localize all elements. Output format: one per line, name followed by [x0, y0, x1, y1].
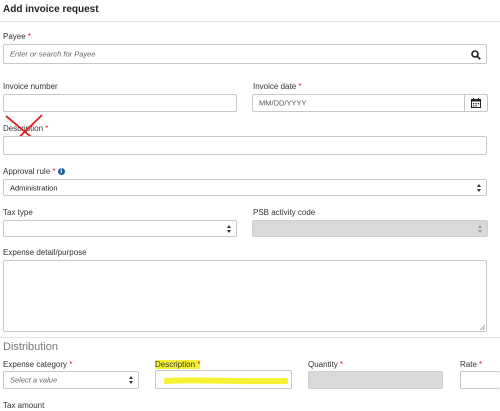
psb-activity-code-label: PSB activity code	[253, 208, 316, 217]
rate-input[interactable]	[460, 371, 500, 389]
expense-category-placeholder: Select a value	[10, 375, 58, 385]
invoice-number-label: Invoice number	[3, 82, 58, 91]
expense-detail-label: Expense detail/purpose	[3, 248, 87, 257]
approval-rule-value: Administration	[10, 183, 58, 192]
tax-type-label: Tax type	[3, 208, 33, 217]
payee-placeholder: Enter or search for Payee	[10, 49, 96, 59]
calendar-button[interactable]	[464, 95, 487, 111]
distribution-heading: Distribution	[3, 341, 59, 353]
sort-arrows-icon	[227, 224, 231, 233]
rate-label: Rate *	[460, 360, 483, 369]
sort-arrows-icon	[478, 224, 482, 233]
expense-category-label: Expense category *	[3, 360, 73, 369]
quantity-input	[308, 371, 443, 389]
distribution-description-label: Description *	[155, 360, 201, 369]
psb-activity-code-select	[252, 220, 488, 237]
invoice-date-input[interactable]: MM/DD/YYYY	[252, 94, 488, 112]
resize-handle-icon[interactable]	[479, 324, 485, 330]
calendar-icon	[471, 98, 481, 108]
invoice-date-label: Invoice date *	[253, 82, 302, 91]
expense-category-select[interactable]: Select a value	[3, 371, 139, 389]
info-icon[interactable]: i	[57, 168, 65, 176]
sort-arrows-icon	[477, 183, 481, 192]
search-icon[interactable]	[471, 50, 481, 60]
expense-detail-textarea[interactable]	[3, 260, 487, 332]
invoice-date-placeholder: MM/DD/YYYY	[259, 98, 307, 108]
quantity-label: Quantity *	[308, 360, 344, 369]
distribution-description-input[interactable]	[155, 370, 292, 389]
description-input[interactable]	[3, 136, 487, 155]
page-title: Add invoice request	[3, 4, 99, 15]
tax-amount-label: Tax amount	[3, 401, 45, 410]
approval-rule-label: Approval rule * i	[3, 167, 65, 176]
tax-type-select[interactable]	[3, 220, 237, 237]
payee-label: Payee *	[3, 32, 32, 41]
approval-rule-select[interactable]: Administration	[3, 179, 487, 196]
payee-search-input[interactable]: Enter or search for Payee	[3, 44, 487, 64]
header-divider	[0, 21, 500, 22]
distribution-divider	[0, 337, 500, 338]
yellow-highlight-scribble-icon	[164, 377, 288, 385]
sort-arrows-icon	[129, 376, 133, 384]
